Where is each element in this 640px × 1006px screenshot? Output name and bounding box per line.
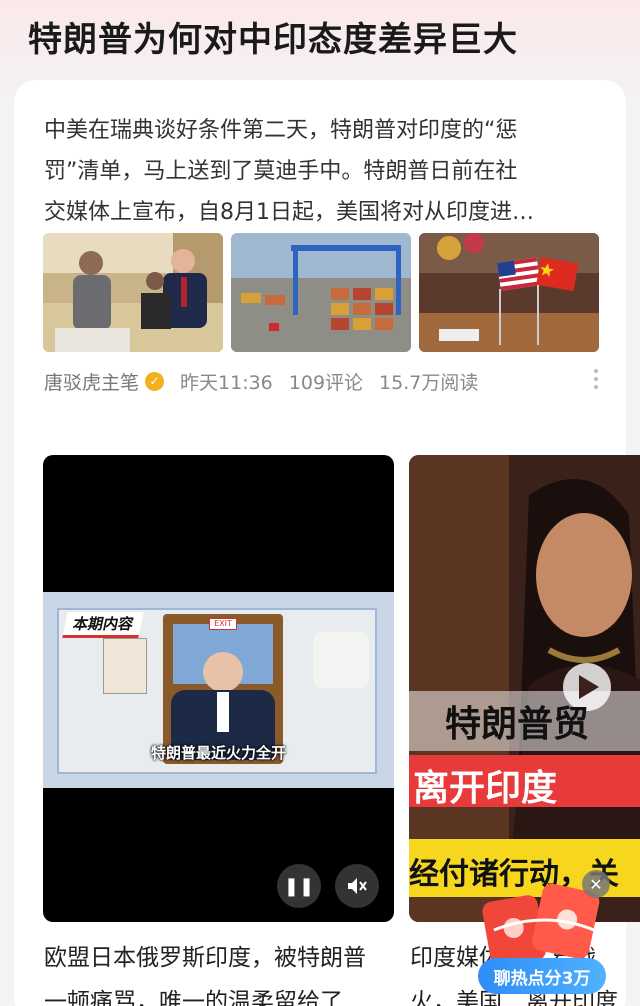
thumbnail-flags[interactable] bbox=[419, 233, 599, 352]
overlay-text-2: 离开印度 bbox=[413, 768, 558, 809]
thumbnail-port[interactable] bbox=[231, 233, 411, 352]
pause-icon[interactable]: ❚❚ bbox=[277, 864, 321, 908]
program-label: 本期内容 bbox=[62, 612, 144, 638]
mute-icon[interactable] bbox=[335, 864, 379, 908]
article-meta: 唐驳虎主笔 ✓ 昨天11:36 109评论 15.7万阅读 bbox=[44, 366, 600, 396]
article-summary[interactable]: 中美在瑞典谈好条件第二天，特朗普对印度的“惩 罚”清单，马上送到了莫迪手中。特朗… bbox=[44, 110, 600, 233]
video-player-right[interactable]: 特朗普贸 离开印度 经付诸行动，关 bbox=[409, 455, 640, 922]
video-caption-left[interactable]: 欧盟日本俄罗斯印度，被特朗普 一顿痛骂，唯一的温柔留给了… bbox=[44, 936, 394, 1006]
more-options-icon[interactable] bbox=[594, 369, 600, 389]
summary-line: 交媒体上宣布，自8月1日起，美国将对从印度进… bbox=[44, 200, 534, 225]
overlay-text-1: 特朗普贸 bbox=[445, 704, 590, 745]
article-thumbnails bbox=[43, 233, 599, 352]
comment-count[interactable]: 109评论 bbox=[289, 368, 363, 395]
page-title: 特朗普为何对中印态度差异巨大 bbox=[28, 20, 518, 60]
thumbnail-meeting[interactable] bbox=[43, 233, 223, 352]
hot-topic-badge[interactable]: 聊热点分3万 bbox=[478, 958, 606, 994]
exit-sign: EXIT bbox=[209, 618, 237, 630]
video-subtitle: 特朗普最近火力全开 bbox=[150, 744, 286, 762]
author-name[interactable]: 唐驳虎主笔 bbox=[44, 368, 139, 395]
summary-line: 罚”清单，马上送到了莫迪手中。特朗普日前在社 bbox=[44, 159, 518, 184]
video-player-left[interactable]: 本期内容 EXIT 特朗普最近火力全开 ❚❚ bbox=[43, 455, 394, 922]
close-icon[interactable]: ✕ bbox=[582, 870, 610, 898]
publish-time: 昨天11:36 bbox=[180, 371, 273, 394]
video-frame: 本期内容 EXIT 特朗普最近火力全开 bbox=[43, 592, 394, 788]
verified-icon: ✓ bbox=[145, 371, 165, 391]
read-count: 15.7万阅读 bbox=[379, 371, 479, 394]
summary-line: 中美在瑞典谈好条件第二天，特朗普对印度的“惩 bbox=[44, 118, 518, 143]
